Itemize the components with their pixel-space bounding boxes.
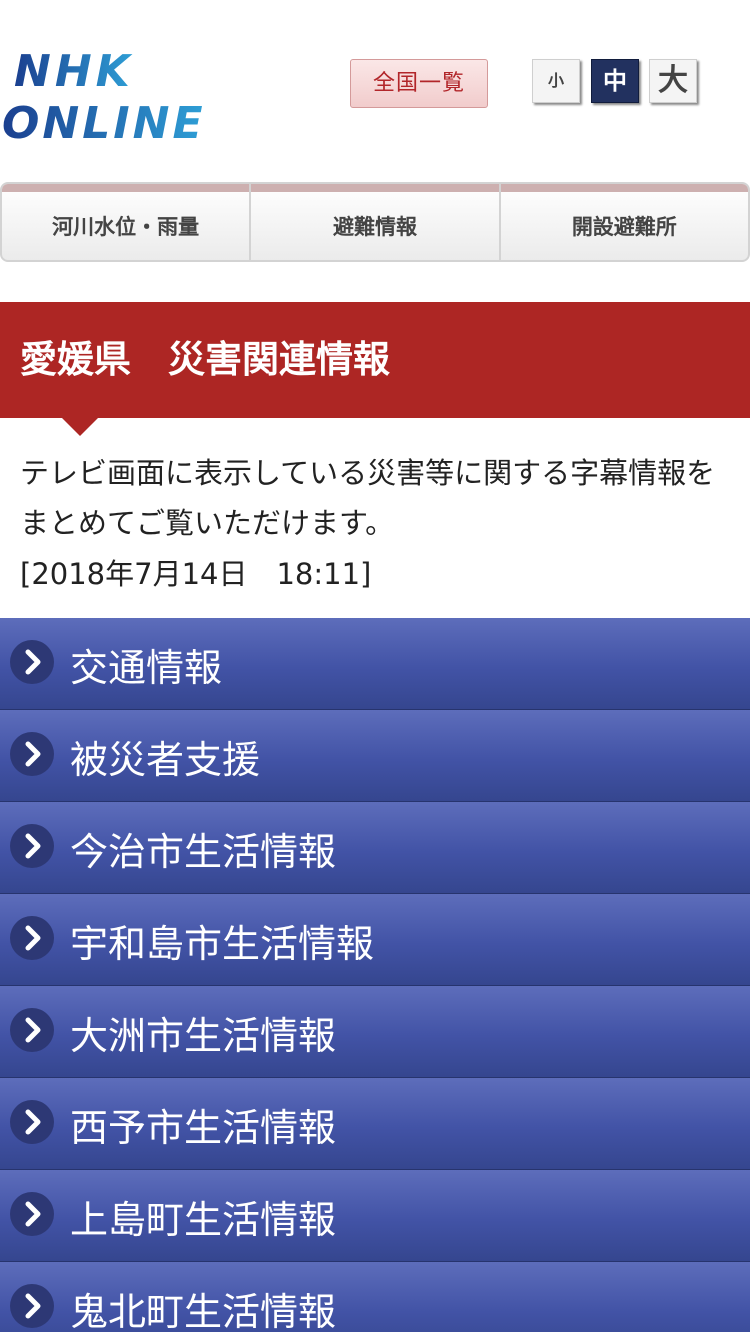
menu-item-kamijima[interactable]: 上島町生活情報 xyxy=(0,1170,750,1262)
nhk-online-logo[interactable]: NHK ONLINE xyxy=(0,46,250,146)
chevron-right-icon xyxy=(10,1008,54,1052)
chevron-right-icon xyxy=(10,1192,54,1236)
title-pointer xyxy=(62,418,98,436)
menu-item-traffic[interactable]: 交通情報 xyxy=(0,618,750,710)
font-size-large-button[interactable]: 大 xyxy=(649,59,697,103)
tab-open-shelters[interactable]: 開設避難所 xyxy=(500,184,748,260)
page: NHK ONLINE 全国一覧 小 中 大 河川水位・雨量 避難情報 開設避難所… xyxy=(0,0,750,1332)
chevron-right-icon xyxy=(10,824,54,868)
update-timestamp: [2018年7月14日 18:11] xyxy=(20,557,372,591)
menu-item-ozu[interactable]: 大洲市生活情報 xyxy=(0,986,750,1078)
menu-item-victim-support[interactable]: 被災者支援 xyxy=(0,710,750,802)
chevron-right-icon xyxy=(10,640,54,684)
menu-item-label: 鬼北町生活情報 xyxy=(70,1290,337,1332)
info-tabs: 河川水位・雨量 避難情報 開設避難所 xyxy=(0,182,750,262)
info-menu: 交通情報 被災者支援 今治市生活情報 宇和島市生活情報 大洲市生活情報 西予市生… xyxy=(0,618,750,1332)
logo-line-2: ONLINE xyxy=(2,98,206,146)
menu-item-imabari[interactable]: 今治市生活情報 xyxy=(0,802,750,894)
menu-item-label: 今治市生活情報 xyxy=(70,830,337,874)
chevron-right-icon xyxy=(10,732,54,776)
menu-item-label: 被災者支援 xyxy=(70,738,261,782)
tab-river-rainfall[interactable]: 河川水位・雨量 xyxy=(2,184,252,260)
menu-item-seiyo[interactable]: 西予市生活情報 xyxy=(0,1078,750,1170)
tab-evacuation-info[interactable]: 避難情報 xyxy=(251,184,501,260)
menu-item-label: 西予市生活情報 xyxy=(70,1106,337,1150)
logo-line-1: NHK xyxy=(14,46,134,97)
menu-item-kihoku[interactable]: 鬼北町生活情報 xyxy=(0,1262,750,1332)
font-size-small-button[interactable]: 小 xyxy=(532,59,580,103)
intro-text: テレビ画面に表示している災害等に関する字幕情報をまとめてご覧いただけます。 xyxy=(20,456,716,540)
menu-item-label: 大洲市生活情報 xyxy=(70,1014,337,1058)
all-regions-button[interactable]: 全国一覧 xyxy=(350,59,488,108)
menu-item-label: 上島町生活情報 xyxy=(70,1198,337,1242)
page-title: 愛媛県 災害関連情報 xyxy=(20,338,390,381)
chevron-right-icon xyxy=(10,916,54,960)
menu-item-label: 交通情報 xyxy=(70,646,223,690)
chevron-right-icon xyxy=(10,1284,54,1328)
menu-item-label: 宇和島市生活情報 xyxy=(70,922,375,966)
page-title-bar: 愛媛県 災害関連情報 xyxy=(0,302,750,418)
chevron-right-icon xyxy=(10,1100,54,1144)
font-size-medium-button[interactable]: 中 xyxy=(591,59,639,103)
menu-item-uwajima[interactable]: 宇和島市生活情報 xyxy=(0,894,750,986)
